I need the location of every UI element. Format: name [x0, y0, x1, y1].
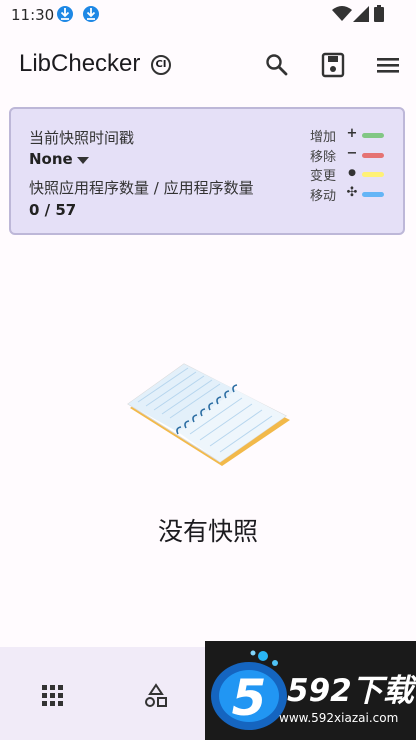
ci-badge: CI [151, 55, 171, 75]
legend-label: 移动 [310, 188, 337, 204]
change-legend: 增加 + 移除 − 变更 ● 移动 ✣ [310, 126, 400, 204]
legend-label: 增加 [310, 130, 337, 145]
timestamp-label: 当前快照时间戳 [29, 129, 135, 147]
empty-state-text: 没有快照 [157, 517, 258, 546]
battery-icon [374, 5, 384, 22]
download-icon [83, 6, 99, 22]
dot-icon: ● [348, 168, 356, 178]
status-bar: 11:30 [0, 0, 416, 30]
menu-icon[interactable] [374, 50, 404, 80]
timestamp-dropdown[interactable]: None [29, 150, 73, 168]
apps-grid-icon[interactable] [40, 683, 66, 709]
legend-color-bar [362, 172, 384, 177]
count-label: 快照应用程序数量 / 应用程序数量 [29, 179, 254, 197]
legend-label: 变更 [310, 169, 337, 184]
signal-icon [353, 6, 369, 22]
count-value: 0 / 57 [29, 201, 77, 219]
download-icon [57, 6, 73, 22]
watermark-logo: 5 592下载 www.592xiazai.com [205, 641, 416, 740]
chevron-down-icon[interactable] [77, 157, 89, 164]
save-snapshot-icon[interactable] [318, 50, 348, 80]
legend-label: 移除 [310, 149, 337, 165]
legend-moved: 移动 ✣ [310, 185, 400, 205]
legend-color-bar [362, 133, 384, 138]
app-title: LibChecker [19, 50, 141, 77]
status-time: 11:30 [11, 6, 55, 24]
search-icon[interactable] [262, 50, 292, 80]
app-bar: LibChecker CI [0, 36, 416, 96]
plus-icon: + [346, 126, 358, 141]
legend-changed: 变更 ● [310, 165, 400, 185]
legend-removed: 移除 − [310, 146, 400, 166]
statistics-shapes-icon[interactable] [143, 683, 169, 709]
watermark-url: www.592xiazai.com [279, 711, 399, 725]
wifi-icon [332, 6, 352, 21]
watermark-digit: 5 [232, 669, 267, 727]
legend-color-bar [362, 152, 384, 158]
empty-notebook-illustration [127, 363, 290, 466]
legend-added: 增加 + [310, 126, 400, 146]
move-icon: ✣ [346, 184, 358, 200]
minus-icon: − [346, 145, 358, 161]
snapshot-card[interactable]: 当前快照时间戳 None 快照应用程序数量 / 应用程序数量 0 / 57 增加… [9, 107, 405, 235]
legend-color-bar [362, 191, 384, 197]
watermark-brand: 592下载 [287, 673, 414, 709]
